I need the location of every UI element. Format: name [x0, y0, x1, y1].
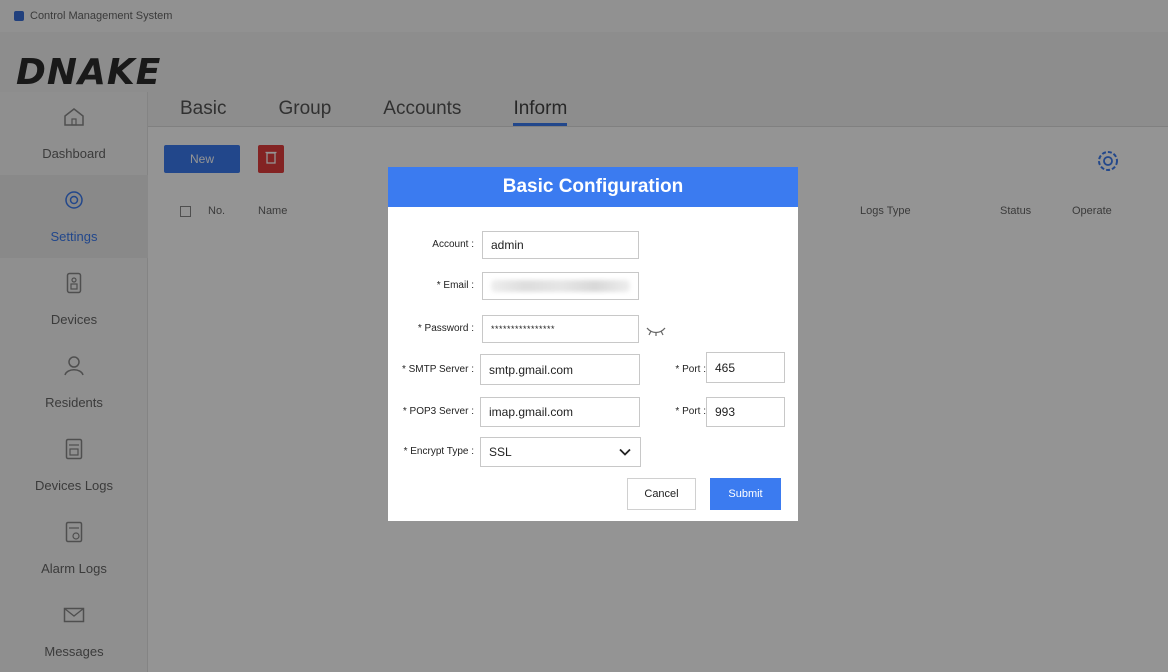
smtp-port-field[interactable]: 465 — [706, 352, 785, 383]
pop3-server-label: * POP3 Server : — [402, 406, 474, 417]
submit-button[interactable]: Submit — [710, 478, 781, 510]
chevron-down-icon — [618, 445, 632, 459]
encrypt-type-label: * Encrypt Type : — [403, 446, 474, 457]
password-field[interactable]: **************** — [482, 315, 639, 343]
encrypt-type-value: SSL — [489, 445, 512, 459]
account-label: Account : — [432, 239, 474, 250]
smtp-server-label: * SMTP Server : — [401, 364, 474, 375]
encrypt-type-select[interactable]: SSL — [480, 437, 641, 467]
dialog-title: Basic Configuration — [388, 167, 798, 207]
pop3-port-label: * Port : — [675, 406, 706, 417]
email-field[interactable] — [482, 272, 639, 300]
redacted-email — [491, 280, 630, 292]
smtp-port-label: * Port : — [675, 364, 706, 375]
password-label: * Password : — [417, 323, 474, 334]
pop3-server-field[interactable]: imap.gmail.com — [480, 397, 640, 427]
pop3-port-field[interactable]: 993 — [706, 397, 785, 427]
email-label: * Email : — [436, 280, 474, 291]
cancel-button[interactable]: Cancel — [627, 478, 696, 510]
smtp-server-field[interactable]: smtp.gmail.com — [480, 354, 640, 385]
eye-closed-icon[interactable] — [646, 324, 666, 336]
account-field[interactable]: admin — [482, 231, 639, 259]
basic-configuration-dialog: Basic Configuration Account : admin * Em… — [388, 167, 798, 521]
